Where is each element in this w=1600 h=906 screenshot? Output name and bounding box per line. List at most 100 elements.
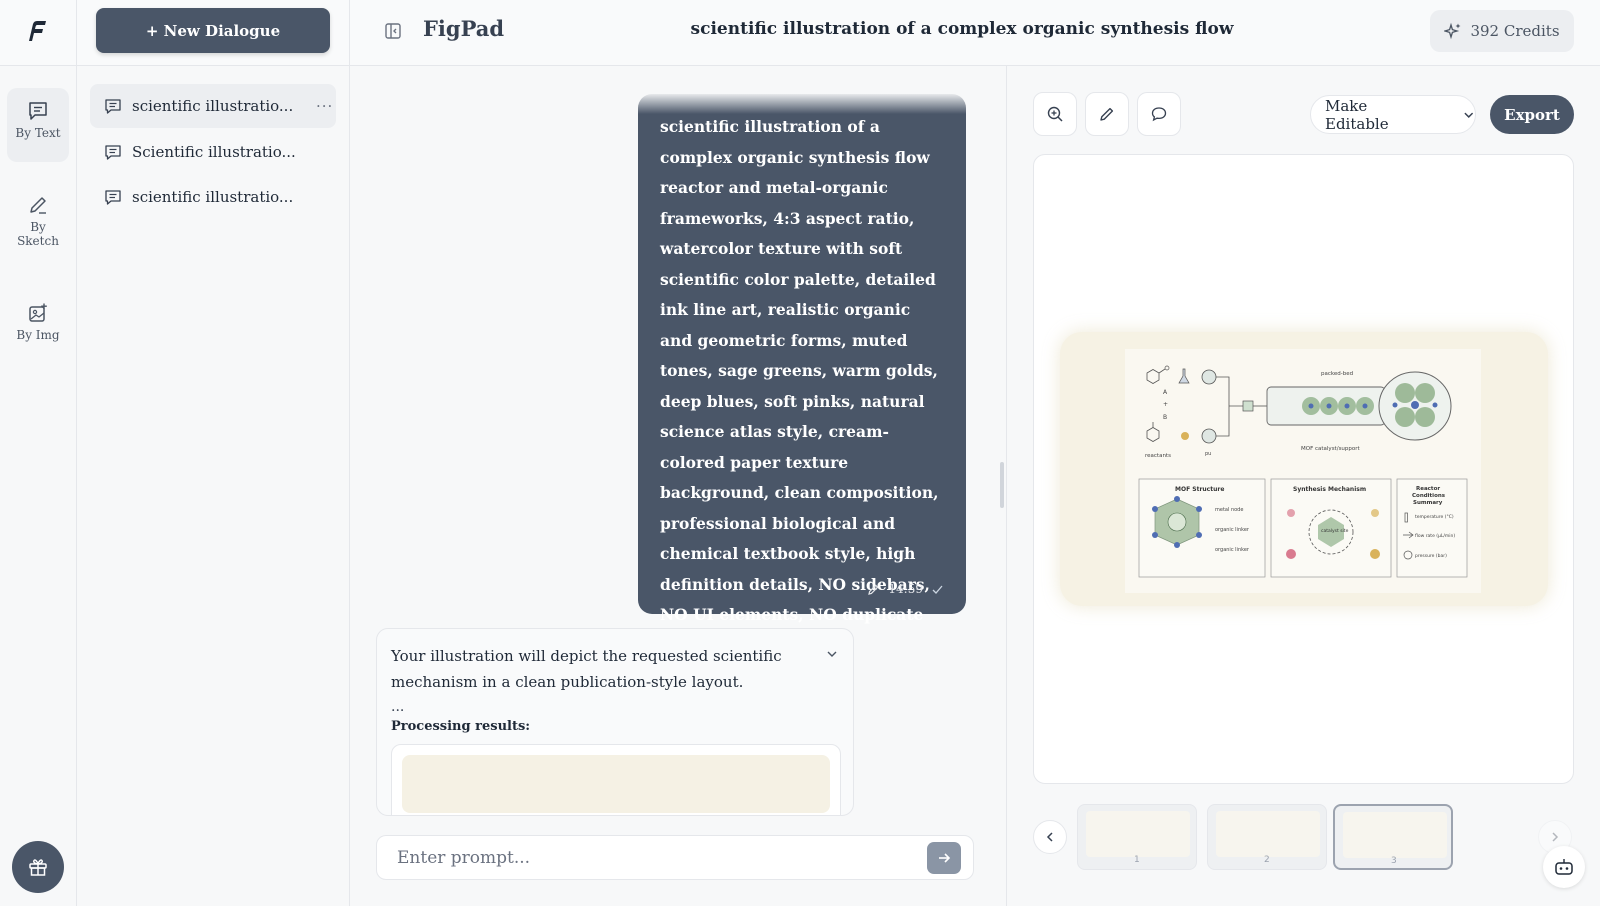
send-button[interactable]	[927, 842, 961, 874]
export-button[interactable]: Export	[1490, 95, 1574, 134]
rail-divider	[76, 0, 77, 906]
label-organic-linker-1: organic linker	[1215, 527, 1250, 533]
label-pu: pu	[1205, 451, 1211, 457]
chevron-right-icon	[1552, 832, 1559, 842]
result-image	[402, 755, 830, 813]
chat-fade	[376, 92, 976, 114]
gallery-thumbnail[interactable]: 2	[1207, 804, 1327, 870]
pen-icon	[30, 197, 46, 214]
image-add-icon	[29, 303, 47, 322]
label-metal-node: metal node	[1215, 507, 1243, 513]
history-item-label: scientific illustratio...	[132, 188, 294, 206]
edit-button[interactable]	[1085, 92, 1129, 136]
app-logo-icon	[29, 21, 46, 41]
mixer	[1242, 400, 1254, 412]
history-divider	[349, 0, 350, 906]
generated-figure[interactable]: A + B reactants pu packed-bed MOF cataly…	[1125, 349, 1481, 593]
flask-icon	[1178, 368, 1190, 384]
credits-button[interactable]: 392 Credits	[1430, 10, 1574, 52]
chat-text-icon	[105, 145, 121, 160]
bot-icon	[1555, 859, 1573, 875]
chevron-down-icon[interactable]	[825, 647, 839, 661]
more-options-icon[interactable]: ···	[316, 97, 333, 115]
thumbnail-image	[1216, 811, 1320, 857]
panel-conditions-title-3: Summary	[1413, 500, 1443, 506]
gallery-prev-button[interactable]	[1033, 820, 1067, 854]
gift-icon	[29, 859, 47, 876]
zoom-in-button[interactable]	[1033, 92, 1077, 136]
history-item[interactable]: scientific illustratio... ···	[90, 84, 336, 128]
gallery-thumbnail-selected[interactable]: 3	[1333, 804, 1453, 870]
pencil-icon	[1100, 107, 1114, 121]
panel-resize-handle[interactable]	[1000, 462, 1004, 508]
label-pressure: pressure (bar)	[1415, 553, 1447, 559]
history-item[interactable]: Scientific illustratio...	[90, 130, 336, 174]
user-message-bubble: scientific illustration of a complex org…	[638, 94, 966, 655]
rail-label: By Img	[16, 328, 60, 342]
rail-label: By Sketch	[17, 220, 59, 248]
label-temperature: temperature (°C)	[1415, 514, 1454, 520]
label-packed-bed: packed-bed	[1321, 371, 1353, 377]
rail-item-by-img[interactable]: By Img	[7, 290, 69, 342]
rail-item-by-sketch[interactable]: By Sketch	[7, 182, 69, 248]
rail-label: By Text	[15, 126, 61, 140]
user-message-text: scientific illustration of a complex org…	[660, 117, 939, 655]
zoom-in-icon	[1047, 106, 1063, 122]
message-time: 14:59	[888, 582, 923, 596]
result-image-preview[interactable]	[391, 744, 841, 815]
rail-item-by-text[interactable]: By Text	[7, 88, 69, 162]
sidebar-collapse-icon[interactable]	[384, 22, 402, 40]
chat-text-icon	[105, 99, 121, 114]
comment-button[interactable]	[1137, 92, 1181, 136]
sparkle-icon	[1444, 22, 1461, 40]
message-meta: 14:59	[867, 582, 944, 596]
prompt-input[interactable]	[397, 844, 897, 872]
assistant-reply-card: Your illustration will depict the reques…	[376, 628, 854, 816]
reactant-molecule-a	[1146, 365, 1170, 384]
history-item-label: scientific illustratio...	[132, 97, 294, 115]
reactant-molecule-b	[1146, 422, 1160, 442]
panel-mechanism-title: Synthesis Mechanism	[1293, 486, 1366, 493]
pump-1	[1201, 369, 1217, 385]
thumbnail-number: 1	[1134, 855, 1140, 865]
gold-sphere	[1181, 432, 1189, 440]
chevron-left-icon	[1046, 832, 1053, 842]
speech-bubble-icon	[1151, 107, 1167, 122]
flow-lines	[1216, 376, 1243, 437]
label-a: A	[1163, 389, 1168, 396]
label-reactants: reactants	[1145, 453, 1171, 459]
label-mof-support: MOF catalyst/support	[1301, 446, 1361, 452]
label-organic-linker-2: organic linker	[1215, 547, 1250, 553]
assistant-bot-button[interactable]	[1543, 846, 1585, 888]
panel-conditions-title-1: Reactor	[1416, 486, 1440, 492]
panel-mof-title: MOF Structure	[1175, 486, 1224, 493]
new-dialogue-button[interactable]: + New Dialogue	[96, 8, 330, 53]
assistant-reply-text: Your illustration will depict the reques…	[391, 647, 782, 691]
history-item-label: Scientific illustratio...	[132, 143, 296, 161]
panel-conditions-title-2: Conditions	[1412, 493, 1446, 499]
processing-label: Processing results:	[391, 719, 531, 734]
thumbnail-image	[1343, 812, 1447, 858]
reply-ellipsis: ...	[391, 699, 405, 715]
make-editable-dropdown[interactable]: Make Editable	[1310, 95, 1476, 134]
edit-icon[interactable]	[867, 583, 880, 596]
thumbnail-number: 3	[1391, 856, 1397, 866]
credits-label: 392 Credits	[1470, 22, 1560, 40]
check-icon	[932, 585, 943, 594]
arrow-right-icon	[939, 853, 951, 863]
gallery-thumbnail[interactable]: 1	[1077, 804, 1197, 870]
prompt-box	[376, 835, 974, 880]
thumbnail-image	[1086, 811, 1190, 857]
brand-name: FigPad	[423, 16, 505, 41]
make-editable-label: Make Editable	[1325, 96, 1389, 133]
document-title: scientific illustration of a complex org…	[690, 19, 1234, 39]
label-catalyst-site: catalyst site	[1321, 528, 1349, 534]
gift-button[interactable]	[12, 841, 64, 893]
history-item[interactable]: scientific illustratio...	[90, 175, 336, 219]
chat-text-icon	[105, 190, 121, 205]
chat-text-icon	[29, 102, 47, 120]
label-b: B	[1163, 414, 1167, 421]
pump-2	[1201, 428, 1217, 444]
label-flow-rate: flow rate (µL/min)	[1415, 533, 1455, 539]
thumbnail-number: 2	[1264, 855, 1270, 865]
